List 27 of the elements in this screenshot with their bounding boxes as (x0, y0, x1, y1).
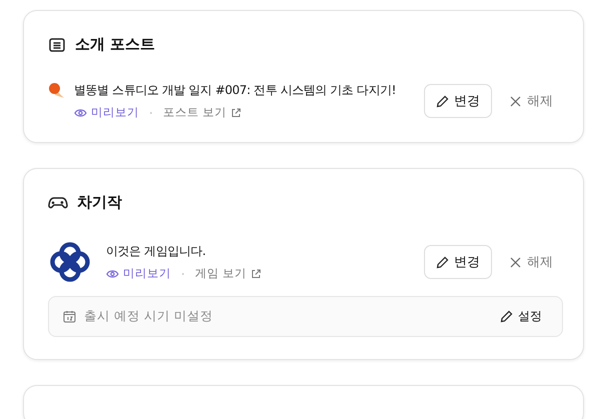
release-status: 출시 예정 시기 미설정 (84, 308, 214, 325)
item-title: 별똥별 스튜디오 개발 일지 #007: 전투 시스템의 기초 다지기! (74, 82, 397, 99)
remove-button[interactable]: 해제 (500, 246, 563, 278)
game-logo-icon (48, 240, 92, 284)
change-button[interactable]: 변경 (424, 84, 492, 118)
view-link[interactable]: 게임 보기 (195, 266, 261, 281)
set-button[interactable]: 설정 (494, 307, 548, 326)
external-link-icon (250, 268, 261, 278)
comet-icon (48, 82, 66, 100)
close-icon (510, 96, 521, 106)
pencil-icon (436, 94, 449, 108)
eye-icon (106, 268, 119, 278)
external-link-icon (230, 108, 241, 118)
remove-button[interactable]: 해제 (500, 85, 563, 117)
preview-link[interactable]: 미리보기 (106, 266, 171, 281)
change-button[interactable]: 변경 (424, 245, 492, 279)
preview-link[interactable]: 미리보기 (74, 105, 139, 120)
view-link[interactable]: 포스트 보기 (163, 105, 241, 120)
pencil-icon (436, 256, 449, 268)
close-icon (510, 256, 521, 268)
eye-icon (74, 108, 87, 118)
pencil-icon (500, 310, 513, 323)
section-title: 소개 포스트 (75, 35, 156, 54)
item-title: 이것은 게임입니다. (106, 243, 207, 260)
section-title: 차기작 (77, 193, 122, 212)
calendar-icon (63, 310, 76, 323)
document-icon (48, 36, 66, 54)
